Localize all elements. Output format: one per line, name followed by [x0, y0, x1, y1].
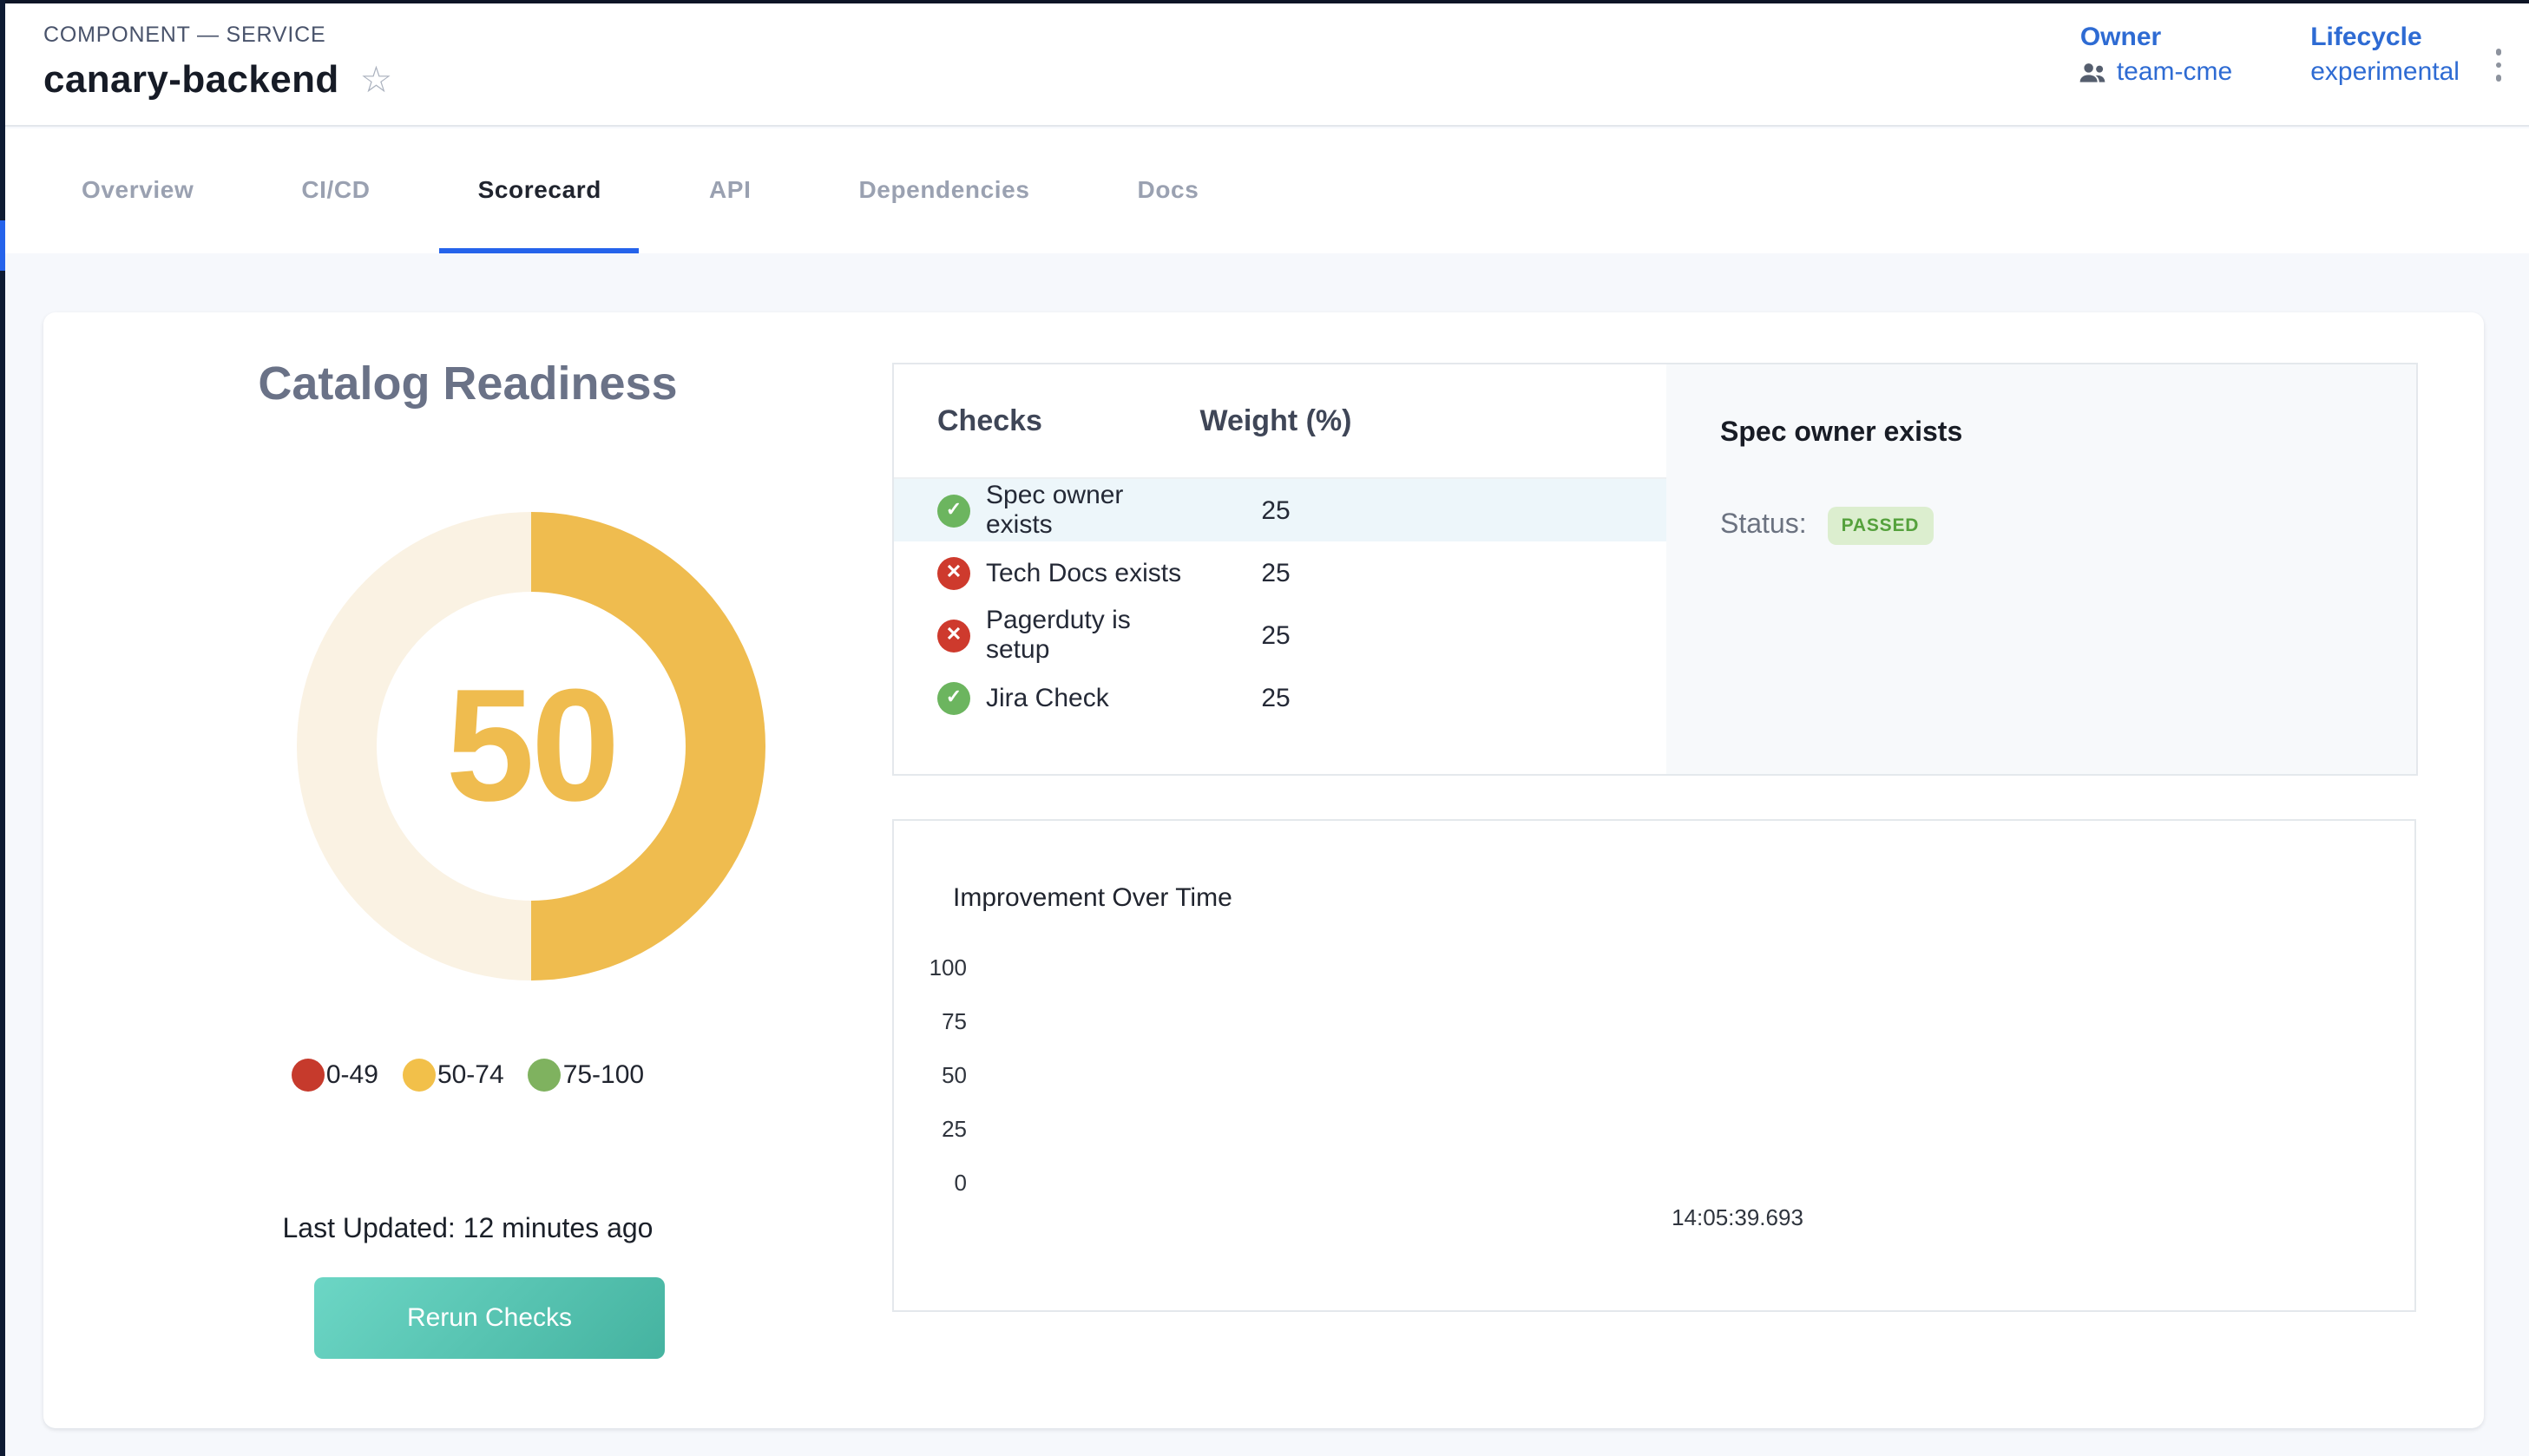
checks-column-header: Checks	[894, 403, 1189, 438]
window-left-edge	[0, 0, 5, 1456]
check-weight: 25	[1189, 620, 1363, 650]
check-pass-icon: ✓	[937, 681, 970, 714]
app-window: COMPONENT — SERVICE canary-backend ☆ Own…	[0, 0, 2529, 1456]
check-weight: 25	[1189, 495, 1363, 525]
lifecycle-label: Lifecycle	[2310, 23, 2460, 52]
left-edge-accent	[0, 220, 5, 271]
checks-panel: Checks Weight (%) ✓Spec owner exists25✕T…	[892, 363, 2418, 776]
check-pass-icon: ✓	[937, 494, 970, 527]
legend-item: 50-74	[403, 1059, 504, 1092]
tab-overview[interactable]: Overview	[43, 128, 232, 253]
y-axis-tick: 25	[894, 1102, 967, 1156]
legend-item: 0-49	[292, 1059, 378, 1092]
tab-docs[interactable]: Docs	[1100, 128, 1238, 253]
y-axis-tick: 75	[894, 994, 967, 1048]
status-label: Status:	[1720, 510, 1807, 541]
lifecycle-value: experimental	[2310, 57, 2460, 87]
lifecycle-block: Lifecycle experimental	[2310, 23, 2460, 87]
scorecard-title: Catalog Readiness	[43, 357, 892, 411]
owner-block: Owner team-cme	[2080, 23, 2232, 87]
improvement-chart-panel: Improvement Over Time 1007550250 14:05:3…	[892, 819, 2416, 1312]
page-title: canary-backend	[43, 57, 339, 102]
y-axis-tick: 50	[894, 1048, 967, 1102]
check-weight: 25	[1189, 683, 1363, 712]
check-detail-title: Spec owner exists	[1720, 418, 2375, 449]
owner-label: Owner	[2080, 23, 2232, 52]
score-gauge: 50	[297, 512, 765, 981]
chart-y-axis: 1007550250	[894, 941, 967, 1210]
check-fail-icon: ✕	[937, 556, 970, 589]
check-row[interactable]: ✕ Tech Docs exists 25	[894, 541, 1666, 604]
check-name: Pagerduty is setup	[986, 606, 1189, 665]
gauge-section: Catalog Readiness 50 0-49 50-74 75-100 Las…	[43, 312, 892, 1428]
people-icon	[2080, 62, 2106, 82]
score-value: 50	[446, 655, 617, 837]
check-row[interactable]: ✓ Spec owner exists25	[894, 479, 1666, 541]
entity-tabs: OverviewCI/CD Scorecard API Dependencies Doc…	[0, 128, 2529, 253]
window-top-edge	[0, 0, 2529, 3]
legend-label: 50-74	[437, 1060, 504, 1090]
favorite-star-icon[interactable]: ☆	[360, 62, 393, 98]
status-badge: PASSED	[1828, 507, 1934, 545]
chart-x-axis-tick: 14:05:39.693	[1616, 1204, 1859, 1230]
scorecard-page: Catalog Readiness 50 0-49 50-74 75-100 Las…	[0, 253, 2529, 1456]
chart-title: Improvement Over Time	[953, 883, 1232, 913]
checks-table: Checks Weight (%) ✓Spec owner exists25✕T…	[894, 364, 1666, 774]
check-name: Spec owner exists	[986, 481, 1189, 540]
score-legend: 0-49 50-74 75-100	[43, 1059, 892, 1092]
check-fail-icon: ✕	[937, 619, 970, 652]
check-name: Jira Check	[986, 683, 1109, 712]
last-updated-text: Last Updated: 12 minutes ago	[43, 1215, 892, 1246]
scorecard-card: Catalog Readiness 50 0-49 50-74 75-100 Las…	[43, 312, 2484, 1428]
check-detail-panel: Spec owner exists Status: PASSED	[1666, 364, 2416, 774]
legend-dot-icon	[292, 1059, 325, 1092]
check-name: Tech Docs exists	[986, 558, 1181, 587]
y-axis-tick: 0	[894, 1156, 967, 1210]
legend-label: 75-100	[563, 1060, 644, 1090]
legend-dot-icon	[529, 1059, 562, 1092]
entity-header: COMPONENT — SERVICE canary-backend ☆ Own…	[0, 3, 2529, 127]
entity-kind-breadcrumb: COMPONENT — SERVICE	[43, 23, 325, 47]
rerun-checks-button[interactable]: Rerun Checks	[314, 1277, 665, 1359]
legend-item: 75-100	[529, 1059, 644, 1092]
kebab-menu-icon[interactable]	[2488, 42, 2508, 88]
weight-column-header: Weight (%)	[1189, 403, 1363, 438]
tab-ci-cd[interactable]: CI/CD	[263, 128, 408, 253]
tab-scorecard[interactable]: Scorecard	[440, 128, 640, 253]
check-weight: 25	[1189, 558, 1363, 587]
tab-api[interactable]: API	[671, 128, 790, 253]
legend-label: 0-49	[326, 1060, 378, 1090]
owner-link[interactable]: team-cme	[2117, 57, 2232, 87]
legend-dot-icon	[403, 1059, 436, 1092]
tab-dependencies[interactable]: Dependencies	[820, 128, 1067, 253]
check-row[interactable]: ✕ Pagerduty is setup25	[894, 604, 1666, 666]
check-row[interactable]: ✓ Jira Check 25	[894, 666, 1666, 729]
y-axis-tick: 100	[894, 941, 967, 994]
checks-table-header: Checks Weight (%)	[894, 364, 1666, 479]
